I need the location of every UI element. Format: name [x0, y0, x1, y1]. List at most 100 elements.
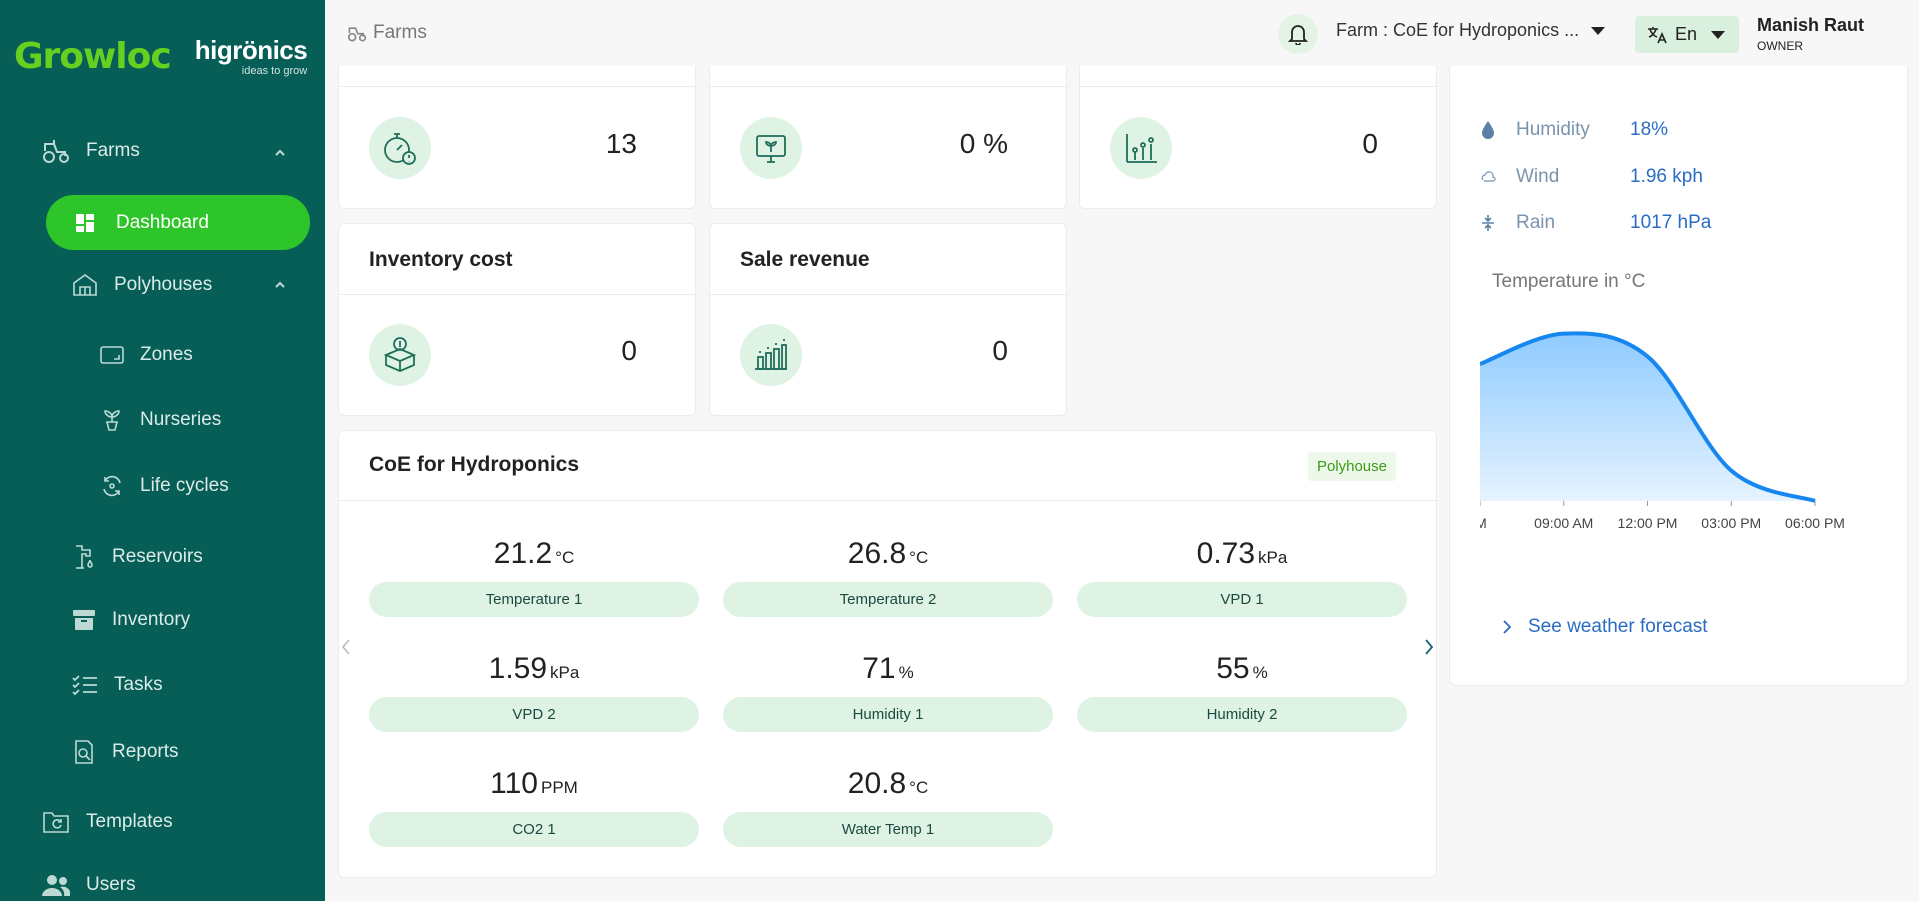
higronics-logo: higrönics ideas to grow: [195, 36, 308, 77]
notification-button[interactable]: [1278, 14, 1318, 54]
weather-value: 1017 hPa: [1630, 212, 1712, 233]
sensor-label: Humidity 2: [1077, 697, 1407, 732]
weather-label: Rain: [1516, 212, 1556, 233]
tractor-icon: [43, 140, 69, 163]
sidebar: Growloc higrönics ideas to grow Farms Da…: [0, 0, 325, 901]
polyhouse-card: CoE for Hydroponics Polyhouse 21.2 °C Tem…: [338, 430, 1437, 878]
chevron-up-icon[interactable]: [273, 146, 287, 160]
sensor-value: 1.59: [488, 652, 548, 685]
dashboard-icon: [76, 213, 94, 232]
breadcrumb-label: Farms: [373, 22, 427, 43]
sidebar-item-tasks[interactable]: Tasks: [72, 674, 163, 696]
sensor-unit: %: [1252, 663, 1268, 682]
sidebar-item-users[interactable]: Users: [42, 874, 136, 896]
sensor-unit: kPa: [1258, 548, 1288, 567]
temperature-chart: :00 AM 09:00 AM 12:00 PM 03:00 PM 06:00 PM: [1480, 331, 1845, 531]
sidebar-item-polyhouses[interactable]: Polyhouses: [72, 273, 325, 297]
caret-down-icon: [1591, 26, 1606, 35]
stat-card-1: 13: [338, 66, 696, 209]
sensor-tile[interactable]: 71% Humidity 1: [723, 647, 1053, 732]
sensor-tile[interactable]: 26.8 °C Temperature 2: [723, 532, 1053, 617]
x-tick-label: 09:00 AM: [1534, 515, 1593, 531]
x-tick-label: 12:00 PM: [1618, 515, 1678, 531]
sensor-unit: PPM: [540, 778, 578, 797]
inventory-cost-card: Inventory cost 0: [338, 223, 696, 416]
top-bar: Farms Farm : CoE for Hydroponics ... En …: [325, 0, 1919, 66]
sensor-tile[interactable]: 20.8 °C Water Temp 1: [723, 762, 1053, 847]
sidebar-item-nurseries[interactable]: Nurseries: [100, 409, 221, 431]
tractor-icon: [347, 27, 367, 42]
user-menu[interactable]: Manish Raut OWNER: [1757, 15, 1864, 53]
forecast-link-label: See weather forecast: [1528, 616, 1708, 637]
cloud-wind-icon: [1481, 171, 1496, 182]
sidebar-item-label: Users: [86, 874, 136, 895]
stat-value: 13: [605, 128, 637, 159]
sensor-tile[interactable]: 55% Humidity 2: [1077, 647, 1407, 732]
weather-rain: Rain 1017 hPa: [1480, 212, 1711, 234]
sidebar-item-inventory[interactable]: Inventory: [72, 609, 190, 631]
sale-revenue-card: Sale revenue 0: [709, 223, 1067, 416]
weather-panel: Humidity 18% Wind 1.96 kph Rain 1017 hPa…: [1449, 66, 1908, 686]
sensor-value: 0.73: [1196, 537, 1256, 570]
sensor-unit: °C: [555, 548, 575, 567]
stat-value: 0 %: [959, 128, 1008, 159]
weather-humidity: Humidity 18%: [1480, 119, 1668, 141]
weather-wind: Wind 1.96 kph: [1480, 166, 1703, 188]
sensor-label: Temperature 2: [723, 582, 1053, 617]
card-title: Sale revenue: [710, 224, 1066, 295]
polyhouse-card-header: CoE for Hydroponics Polyhouse: [339, 431, 1436, 501]
sidebar-item-label: Inventory: [112, 609, 191, 630]
user-role: OWNER: [1757, 39, 1803, 53]
checklist-icon: [72, 675, 97, 696]
users-icon: [42, 875, 70, 896]
sidebar-item-farms[interactable]: Farms: [42, 138, 325, 164]
stat-card-2: 0 %: [709, 66, 1067, 209]
sensor-label: Water Temp 1: [723, 812, 1053, 847]
sidebar-item-label: Dashboard: [116, 211, 209, 233]
language-selector[interactable]: En: [1635, 16, 1739, 53]
weather-label: Humidity: [1516, 119, 1590, 140]
chevron-left-icon[interactable]: [339, 637, 353, 657]
sensor-unit: °C: [909, 548, 929, 567]
sensor-tile[interactable]: 21.2 °C Temperature 1: [369, 532, 699, 617]
sensor-unit: %: [898, 663, 914, 682]
sidebar-item-reservoirs[interactable]: Reservoirs: [72, 544, 203, 570]
stat-value: 0: [1362, 128, 1378, 159]
sidebar-item-reports[interactable]: Reports: [72, 739, 179, 765]
sidebar-item-life-cycles[interactable]: Life cycles: [100, 474, 229, 498]
water-drop-icon: [1482, 121, 1494, 139]
sensor-tile[interactable]: 0.73 kPa VPD 1: [1077, 532, 1407, 617]
sensor-label: Temperature 1: [369, 582, 699, 617]
weather-value: 1.96 kph: [1630, 166, 1703, 187]
sidebar-item-label: Zones: [140, 344, 193, 365]
chevron-right-icon: [1503, 620, 1512, 634]
revenue-bars-icon: [740, 324, 802, 386]
sidebar-item-templates[interactable]: Templates: [42, 809, 173, 835]
x-tick-label: 06:00 PM: [1785, 515, 1845, 531]
sidebar-item-label: Life cycles: [140, 475, 229, 496]
sidebar-item-label: Reports: [112, 741, 179, 762]
bell-icon: [1288, 25, 1308, 45]
caret-down-icon: [1711, 30, 1726, 39]
user-name: Manish Raut: [1757, 15, 1865, 35]
sensor-label: CO2 1: [369, 812, 699, 847]
sidebar-item-zones[interactable]: Zones: [100, 344, 193, 366]
sidebar-item-label: Tasks: [114, 674, 163, 695]
translate-icon: [1648, 26, 1667, 43]
money-box-icon: [369, 324, 431, 386]
farm-selector[interactable]: Farm : CoE for Hydroponics ...: [1336, 20, 1606, 41]
sidebar-item-dashboard[interactable]: Dashboard: [46, 195, 310, 250]
water-tap-icon: [76, 545, 93, 569]
sensor-tile[interactable]: 1.59 kPa VPD 2: [369, 647, 699, 732]
sensor-tile[interactable]: 110 PPM CO2 1: [369, 762, 699, 847]
x-tick-label: 03:00 PM: [1701, 515, 1761, 531]
sidebar-item-label: Templates: [86, 811, 173, 832]
chevron-right-icon[interactable]: [1422, 637, 1436, 657]
sensor-unit: °C: [909, 778, 929, 797]
breadcrumb[interactable]: Farms: [347, 22, 427, 44]
stat-value: 0: [992, 335, 1008, 366]
see-weather-forecast-link[interactable]: See weather forecast: [1502, 616, 1708, 638]
chevron-up-icon[interactable]: [273, 278, 287, 292]
sprout-pot-icon: [104, 410, 120, 431]
polyhouse-title[interactable]: CoE for Hydroponics: [369, 453, 579, 477]
